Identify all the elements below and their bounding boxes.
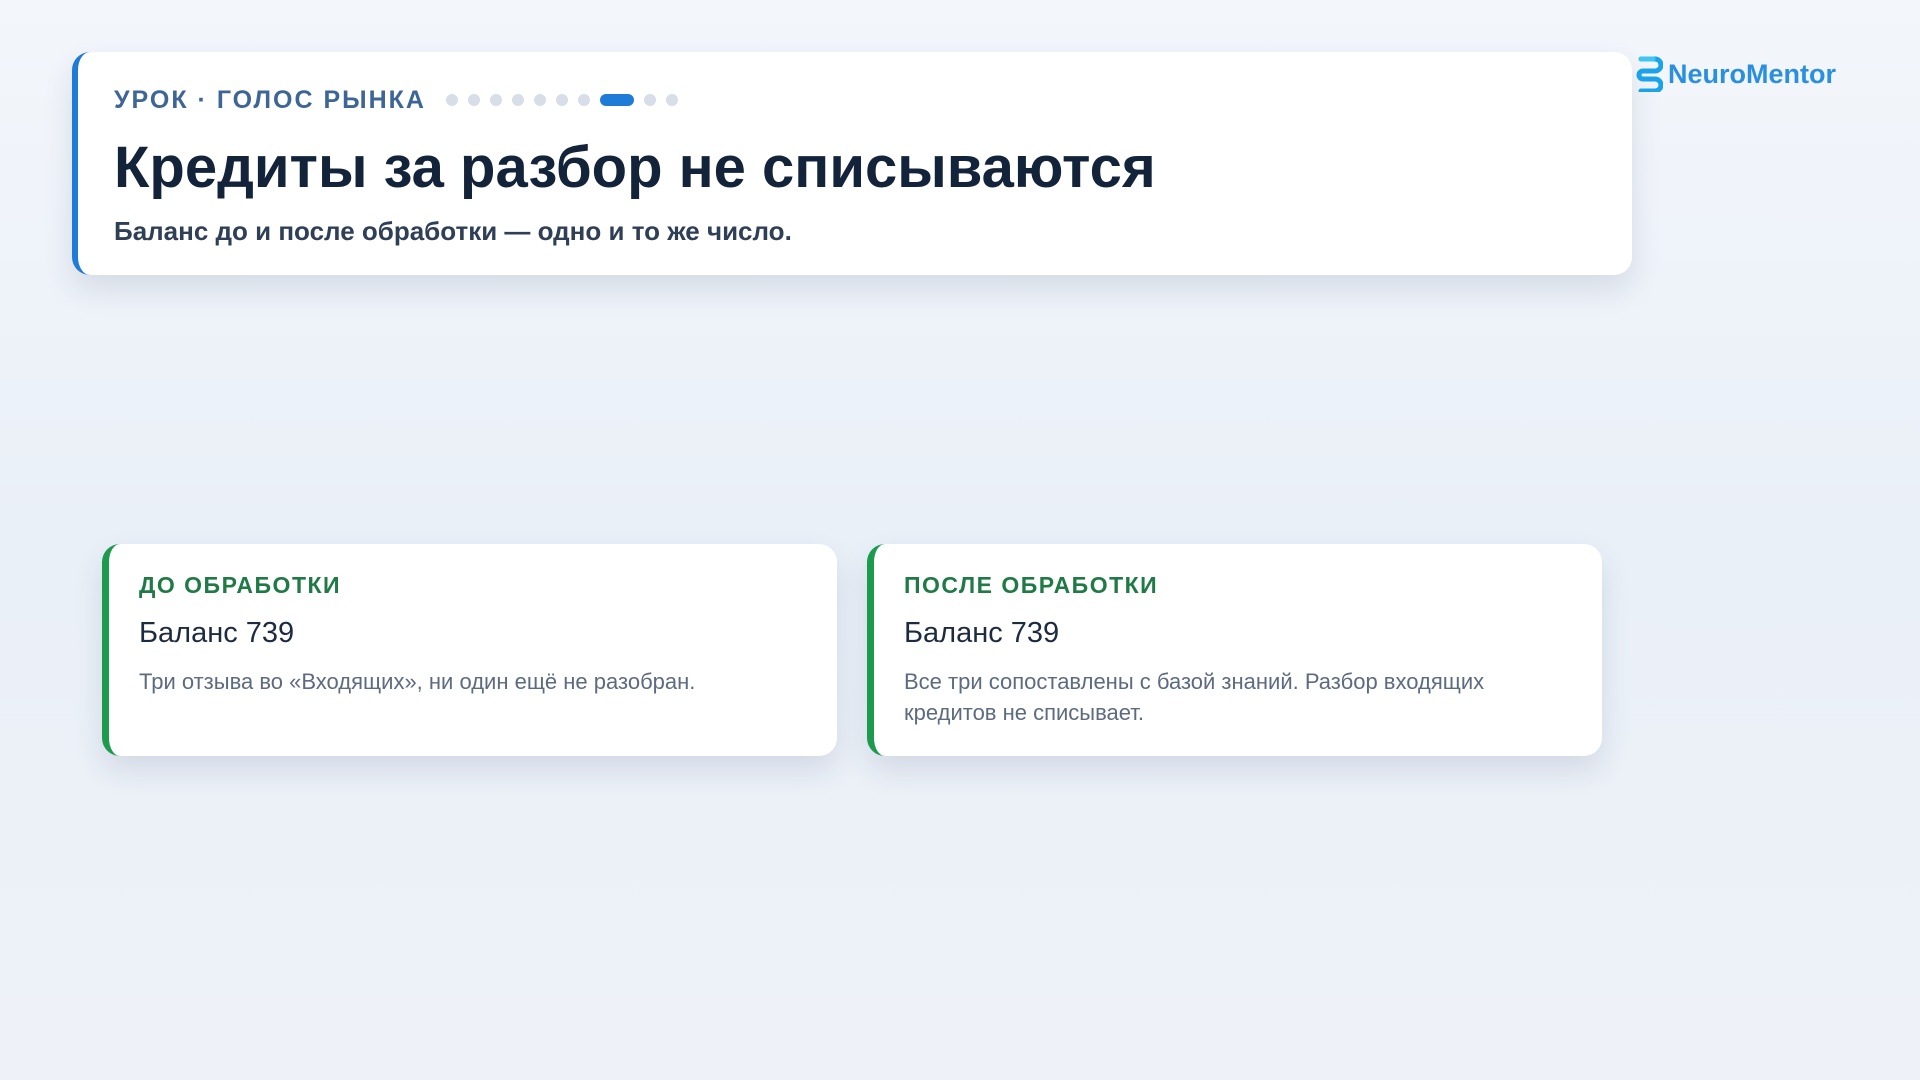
progress-dot [556,94,568,106]
progress-dot-current [600,94,634,106]
page-subtitle: Баланс до и после обработки — одно и то … [114,215,792,246]
progress-dot [666,94,678,106]
lesson-header-card: УРОК · ГОЛОС РЫНКА Кредиты за разбор не … [72,52,1632,275]
progress-dot [578,94,590,106]
brand-name: NeuroMentor [1668,58,1836,89]
before-card-description: Три отзыва во «Входящих», ни один ещё не… [139,669,696,694]
after-card-label: ПОСЛЕ ОБРАБОТКИ [904,572,1159,598]
page-title: Кредиты за разбор не списываются [114,135,1156,200]
progress-dots [446,94,688,106]
after-card-description: Все три сопоставлены с базой знаний. Раз… [904,669,1485,725]
lesson-eyebrow: УРОК · ГОЛОС РЫНКА [114,85,426,114]
progress-dot [644,94,656,106]
progress-dot [468,94,480,106]
neuromentor-logo-icon [1636,56,1663,92]
before-card-balance: Баланс 739 [139,617,295,649]
progress-dot [446,94,458,106]
before-card-label: ДО ОБРАБОТКИ [139,572,342,598]
after-card-balance: Баланс 739 [904,617,1060,649]
eyebrow-row: УРОК · ГОЛОС РЫНКА [114,84,1632,116]
progress-dot [490,94,502,106]
progress-dot [512,94,524,106]
before-card: ДО ОБРАБОТКИ Баланс 739 Три отзыва во «В… [102,544,837,756]
progress-dot [534,94,546,106]
brand-logo: NeuroMentor [1633,56,1836,92]
after-card: ПОСЛЕ ОБРАБОТКИ Баланс 739 Все три сопос… [867,544,1602,756]
